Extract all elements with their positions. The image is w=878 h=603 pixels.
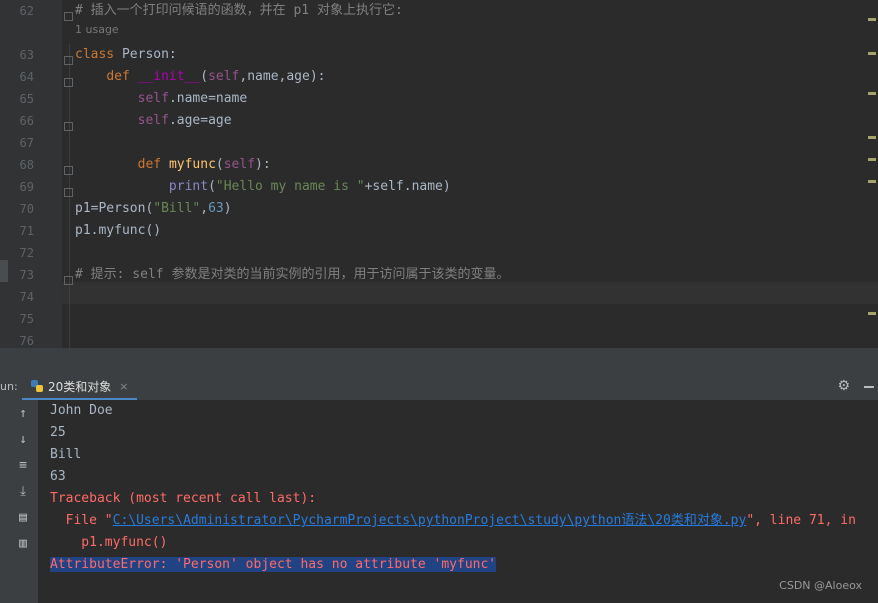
line-number: 68 bbox=[19, 158, 34, 172]
line-number: 69 bbox=[19, 180, 34, 194]
file-suffix: ", line 71, in bbox=[746, 513, 856, 528]
scrollbar-marker[interactable] bbox=[868, 92, 876, 95]
run-toolbar: ↑ ↓ ≡ ⤓ ▤ ▥ bbox=[0, 400, 38, 603]
soft-wrap-icon[interactable]: ≡ bbox=[14, 458, 32, 473]
code-line[interactable]: print("Hello my name is "+self.name) bbox=[75, 176, 451, 198]
code-line[interactable]: p1.myfunc() bbox=[75, 220, 161, 242]
code-editor[interactable]: 62 # 插入一个打印问候语的函数，并在 p1 对象上执行它: 63 class Pe… bbox=[0, 0, 878, 348]
code-line[interactable]: def myfunc(self): bbox=[75, 154, 271, 176]
console-line: John Doe bbox=[50, 403, 113, 418]
run-tab-label: 20类和对象 bbox=[48, 379, 112, 394]
traceback-call-line: p1.myfunc() bbox=[50, 535, 168, 550]
run-tab[interactable]: 20类和对象 × bbox=[22, 374, 137, 400]
console-line: 25 bbox=[50, 425, 66, 440]
fold-marker[interactable] bbox=[64, 56, 73, 65]
code-line[interactable]: def __init__(self,name,age): bbox=[75, 66, 325, 88]
arrow-down-icon[interactable]: ↓ bbox=[14, 432, 32, 447]
console-output[interactable]: John Doe 25 Bill 63 Traceback (most recent c… bbox=[38, 400, 878, 603]
minimize-icon[interactable] bbox=[864, 386, 874, 388]
usage-hint[interactable]: 1 usage bbox=[75, 20, 119, 40]
code-line[interactable]: class Person: bbox=[75, 44, 177, 66]
python-icon bbox=[31, 380, 43, 392]
scroll-end-icon[interactable]: ⤓ bbox=[14, 484, 32, 499]
panel-separator[interactable] bbox=[0, 348, 878, 374]
run-tool-window-header: un: 20类和对象 × ⚙ bbox=[0, 374, 878, 401]
arrow-up-icon[interactable]: ↑ bbox=[14, 406, 32, 421]
line-number: 71 bbox=[19, 224, 34, 238]
scrollbar-marker[interactable] bbox=[868, 52, 876, 55]
fold-marker[interactable] bbox=[64, 122, 73, 131]
selected-error-text: AttributeError: 'Person' object has no a… bbox=[50, 557, 497, 572]
fold-marker[interactable] bbox=[64, 166, 73, 175]
line-number: 65 bbox=[19, 92, 34, 106]
error-line[interactable]: AttributeError: 'Person' object has no a… bbox=[50, 554, 497, 576]
close-icon[interactable]: × bbox=[119, 380, 128, 393]
line-number: 67 bbox=[19, 136, 34, 150]
fold-marker[interactable] bbox=[64, 12, 73, 21]
trash-icon[interactable]: ▥ bbox=[14, 536, 32, 551]
print-icon[interactable]: ▤ bbox=[14, 510, 32, 525]
line-number: 75 bbox=[19, 312, 34, 326]
line-number: 63 bbox=[19, 48, 34, 62]
scrollbar-marker[interactable] bbox=[868, 158, 876, 161]
line-number: 76 bbox=[19, 334, 34, 348]
line-number: 66 bbox=[19, 114, 34, 128]
fold-marker[interactable] bbox=[64, 188, 73, 197]
console-line: 63 bbox=[50, 469, 66, 484]
watermark: CSDN @Aloeox bbox=[779, 579, 862, 592]
fold-marker[interactable] bbox=[64, 276, 73, 285]
traceback-file-line: File "C:\Users\Administrator\PycharmProj… bbox=[50, 510, 856, 532]
gear-icon[interactable]: ⚙ bbox=[837, 378, 850, 394]
code-line[interactable]: p1=Person("Bill",63) bbox=[75, 198, 232, 220]
code-line[interactable]: # 提示: self 参数是对类的当前实例的引用，用于访问属于该类的变量。 bbox=[75, 264, 509, 286]
code-line[interactable]: self.name=name bbox=[75, 88, 248, 110]
line-number: 62 bbox=[19, 4, 34, 18]
code-line[interactable]: self.age=age bbox=[75, 110, 232, 132]
scrollbar-marker[interactable] bbox=[868, 18, 876, 21]
scrollbar-marker[interactable] bbox=[868, 180, 876, 183]
run-label: un: bbox=[0, 380, 18, 393]
fold-marker[interactable] bbox=[64, 78, 73, 87]
code-line[interactable]: # 插入一个打印问候语的函数，并在 p1 对象上执行它: bbox=[75, 0, 403, 22]
file-prefix: File " bbox=[50, 513, 113, 528]
line-number: 74 bbox=[19, 290, 34, 304]
line-number: 64 bbox=[19, 70, 34, 84]
line-number: 70 bbox=[19, 202, 34, 216]
scrollbar-marker[interactable] bbox=[868, 136, 876, 139]
line-number: 72 bbox=[19, 246, 34, 260]
console-line: Traceback (most recent call last): bbox=[50, 491, 317, 506]
file-path-link[interactable]: C:\Users\Administrator\PycharmProjects\p… bbox=[113, 513, 747, 528]
scrollbar-marker[interactable] bbox=[868, 312, 876, 315]
line-number: 73 bbox=[19, 268, 34, 282]
console-line: Bill bbox=[50, 447, 82, 462]
